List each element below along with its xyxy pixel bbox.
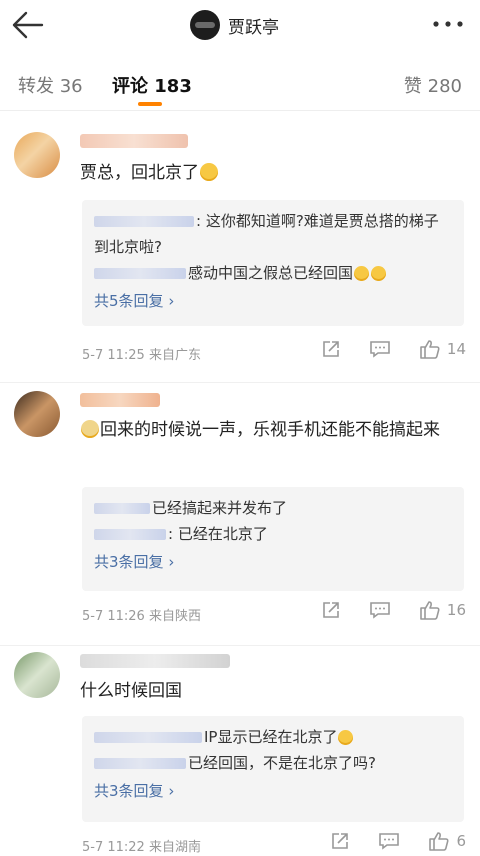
user-avatar[interactable]	[190, 10, 220, 40]
reply-item[interactable]: 感动中国之假总已经回国	[94, 260, 452, 286]
like-button[interactable]: 16	[419, 599, 466, 621]
top-bar: 贾跃亭	[0, 0, 480, 50]
comment-actions: 14	[293, 338, 466, 360]
back-arrow-icon[interactable]	[8, 8, 48, 42]
comment-item: 什么时候回国 IP显示已经在北京了 已经回国，不是在北京了吗? 共3条回复 › …	[0, 646, 480, 856]
reply-text: IP显示已经在北京了	[204, 728, 338, 746]
comment-text: 什么时候回国	[80, 676, 465, 706]
reply-button[interactable]	[378, 831, 400, 851]
tab-comment-label: 评论	[112, 76, 148, 97]
tab-like[interactable]: 赞 280	[404, 72, 462, 98]
username-blurred[interactable]	[80, 654, 230, 668]
active-tab-indicator	[138, 102, 162, 106]
tab-repost-count: 36	[59, 76, 83, 97]
more-icon[interactable]	[430, 12, 466, 36]
cat-emoji-icon	[354, 266, 370, 281]
page-title: 贾跃亭	[228, 17, 279, 38]
reply-username-blurred[interactable]	[94, 268, 186, 279]
thumbs-up-icon	[420, 601, 440, 620]
view-more-replies-label: 共3条回复	[94, 553, 164, 571]
comment-icon	[370, 602, 390, 619]
comment-text-content: 贾总，回北京了	[80, 163, 199, 183]
tab-comment-count: 183	[154, 76, 192, 97]
comment-meta: 5-7 11:22 来自湖南	[82, 836, 201, 855]
reply-item[interactable]: 已经回国，不是在北京了吗?	[94, 750, 452, 776]
tab-repost-label: 转发	[18, 76, 54, 97]
username-blurred[interactable]	[80, 134, 188, 148]
reply-username-blurred[interactable]	[94, 732, 202, 743]
reply-item[interactable]: : 已经在北京了	[94, 521, 452, 547]
reply-username-blurred[interactable]	[94, 758, 186, 769]
reply-username-blurred[interactable]	[94, 529, 166, 540]
avatar[interactable]	[14, 391, 60, 437]
share-icon	[323, 341, 339, 357]
reply-button[interactable]	[369, 600, 391, 620]
comment-text: 回来的时候说一声，乐视手机还能不能搞起来	[80, 415, 465, 445]
like-count: 6	[456, 832, 466, 850]
reply-text: 感动中国之假总已经回国	[188, 264, 354, 282]
comment-time: 5-7 11:25	[82, 348, 145, 363]
like-button[interactable]: 6	[428, 830, 466, 852]
reply-box[interactable]: 已经搞起来并发布了 : 已经在北京了 共3条回复 ›	[82, 487, 464, 591]
reply-text: 已经回国，不是在北京了吗?	[188, 754, 376, 772]
laugh-emoji-icon	[338, 730, 354, 745]
share-icon	[323, 602, 339, 618]
avatar[interactable]	[14, 652, 60, 698]
comment-icon	[379, 833, 400, 850]
comment-location: 来自广东	[148, 348, 201, 363]
comment-item: 回来的时候说一声，乐视手机还能不能搞起来 已经搞起来并发布了 : 已经在北京了 …	[0, 383, 480, 645]
comment-text-content: 回来的时候说一声，乐视手机还能不能搞起来	[100, 420, 440, 440]
comment-actions: 16	[293, 599, 466, 621]
comment-time: 5-7 11:26	[82, 609, 145, 624]
like-button[interactable]: 14	[419, 338, 466, 360]
tab-like-count: 280	[427, 76, 462, 97]
tab-comment[interactable]: 评论 183	[112, 72, 192, 98]
view-more-replies-label: 共5条回复	[94, 292, 164, 310]
comment-location: 来自陕西	[148, 609, 201, 624]
avatar[interactable]	[14, 132, 60, 178]
view-more-replies[interactable]: 共3条回复 ›	[94, 778, 452, 804]
reply-username-blurred[interactable]	[94, 503, 150, 514]
comment-time: 5-7 11:22	[82, 840, 145, 855]
reply-item[interactable]: : 这你都知道啊?难道是贾总搭的梯子到北京啦?	[94, 208, 452, 260]
tab-like-label: 赞	[403, 76, 422, 97]
reply-box[interactable]: IP显示已经在北京了 已经回国，不是在北京了吗? 共3条回复 ›	[82, 716, 464, 822]
view-more-replies-label: 共3条回复	[94, 782, 164, 800]
comment-text: 贾总，回北京了	[80, 158, 465, 188]
comment-actions: 6	[302, 830, 466, 852]
reply-username-blurred[interactable]	[94, 216, 194, 227]
comment-meta: 5-7 11:26 来自陕西	[82, 605, 201, 624]
reply-button[interactable]	[369, 339, 391, 359]
reply-text: : 已经在北京了	[168, 525, 268, 543]
comment-meta: 5-7 11:25 来自广东	[82, 344, 201, 363]
reply-box[interactable]: : 这你都知道啊?难道是贾总搭的梯子到北京啦? 感动中国之假总已经回国 共5条回…	[82, 200, 464, 326]
comment-item: 贾总，回北京了 : 这你都知道啊?难道是贾总搭的梯子到北京啦? 感动中国之假总已…	[0, 120, 480, 382]
like-count: 16	[446, 601, 466, 619]
thumbs-up-icon	[429, 832, 450, 851]
view-more-replies[interactable]: 共5条回复 ›	[94, 288, 452, 314]
thumbs-up-icon	[420, 340, 440, 359]
header-user[interactable]: 贾跃亭	[190, 8, 279, 42]
share-button[interactable]	[321, 600, 341, 620]
reply-item[interactable]: IP显示已经在北京了	[94, 724, 452, 750]
grin-emoji-icon	[200, 163, 218, 181]
view-more-replies[interactable]: 共3条回复 ›	[94, 549, 452, 575]
share-button[interactable]	[330, 831, 350, 851]
comment-location: 来自湖南	[148, 840, 201, 855]
reply-item[interactable]: 已经搞起来并发布了	[94, 495, 452, 521]
cat-emoji-icon	[81, 420, 99, 438]
tab-bar: 转发 36 评论 183 赞 280	[0, 60, 480, 111]
cat-emoji-icon	[371, 266, 387, 281]
comment-text-content: 什么时候回国	[80, 681, 182, 701]
username-blurred[interactable]	[80, 393, 160, 407]
comment-icon	[370, 341, 390, 358]
tab-repost[interactable]: 转发 36	[18, 72, 83, 98]
like-count: 14	[446, 340, 466, 358]
reply-text: 已经搞起来并发布了	[152, 499, 288, 517]
share-button[interactable]	[321, 339, 341, 359]
share-icon	[332, 833, 349, 849]
